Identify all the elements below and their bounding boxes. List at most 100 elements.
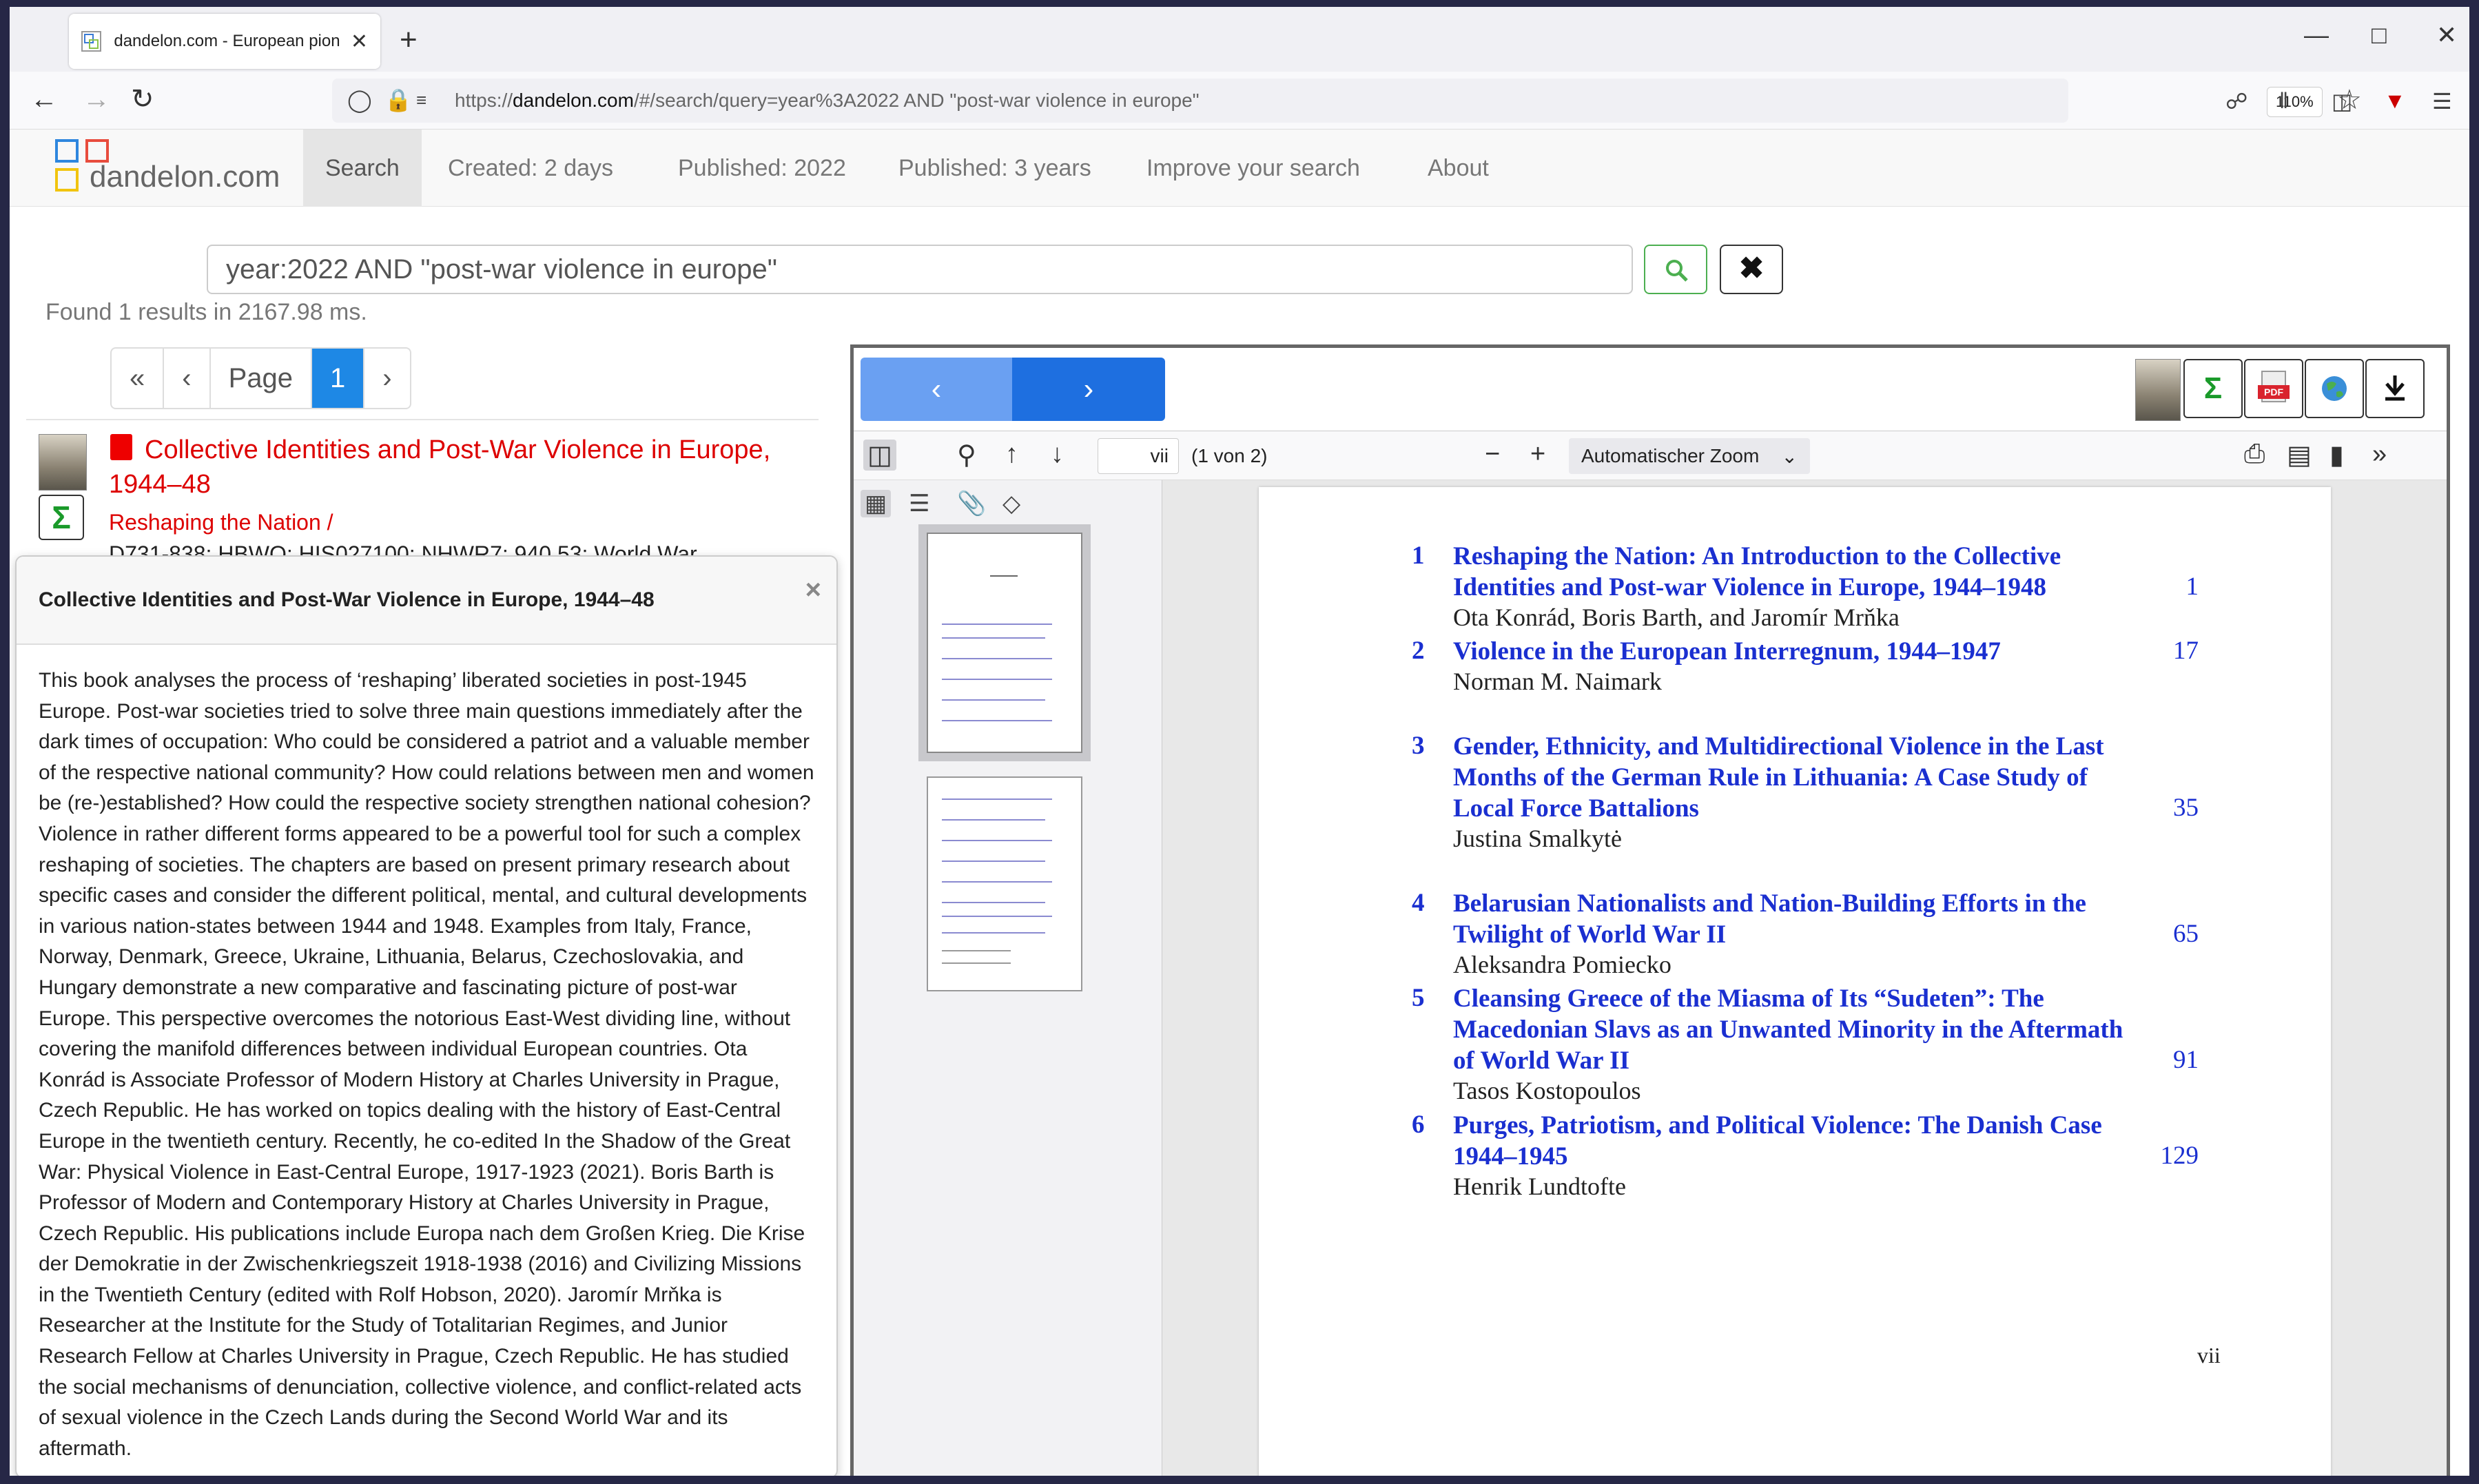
toc-title[interactable]: Belarusian Nationalists and Nation-Build… — [1453, 888, 2142, 950]
next-page-icon[interactable]: ↓ — [1051, 440, 1064, 469]
tab-close-icon[interactable]: ✕ — [351, 30, 368, 54]
page-thumbnail-1[interactable] — [927, 533, 1082, 753]
page-count: (1 von 2) — [1191, 445, 1268, 466]
lock-icon[interactable]: 🔒 — [384, 87, 412, 113]
clear-button[interactable]: ✖ — [1720, 245, 1783, 294]
sidebar-icon[interactable]: ◫ — [2332, 88, 2352, 114]
bookmark-icon[interactable]: ▮ — [2329, 440, 2344, 471]
nav-improve-search[interactable]: Improve your search — [1124, 130, 1382, 207]
forward-icon[interactable]: → — [83, 84, 110, 114]
toc-title[interactable]: Purges, Patriotism, and Political Violen… — [1453, 1110, 2142, 1172]
viewer-next-button[interactable]: › — [1012, 358, 1165, 421]
search-input[interactable] — [207, 245, 1633, 294]
toc-page[interactable]: 1 — [2186, 572, 2199, 601]
nav-search[interactable]: Search — [303, 130, 422, 207]
zoom-select[interactable]: Automatischer Zoom ⌄ — [1569, 438, 1810, 474]
toc-page[interactable]: 65 — [2173, 919, 2199, 949]
attachments-icon[interactable]: 📎 — [957, 490, 986, 517]
toc-title[interactable]: Reshaping the Nation: An Introduction to… — [1453, 541, 2142, 603]
popover-title: Collective Identities and Post-War Viole… — [39, 588, 655, 611]
pdf-page: 1 Reshaping the Nation: An Introduction … — [1259, 487, 2331, 1476]
current-page-button[interactable]: 1 — [312, 349, 365, 408]
thumbnails-view-icon[interactable]: ▦ — [861, 490, 892, 517]
new-tab-button[interactable]: + — [400, 25, 418, 55]
chevron-down-icon: ⌄ — [1781, 446, 1798, 467]
first-page-button[interactable]: « — [112, 349, 165, 408]
zoom-in-icon[interactable]: + — [1530, 440, 1545, 469]
logo-square-red — [85, 139, 109, 163]
viewer-prev-button[interactable]: ‹ — [861, 358, 1012, 421]
viewer-sigma-button[interactable]: Σ — [2183, 359, 2243, 418]
browser-window: dandelon.com - European pion ✕ + — □ ✕ ←… — [10, 7, 2469, 1476]
page-label: Page — [211, 349, 312, 408]
pocket-icon[interactable]: ☍ — [2225, 88, 2247, 114]
nav-published-3-years[interactable]: Published: 3 years — [876, 130, 1113, 207]
logo-square-yellow — [55, 168, 79, 192]
sigma-button[interactable]: Σ — [39, 495, 84, 540]
tab-bar: dandelon.com - European pion ✕ + — □ ✕ — [10, 7, 2469, 72]
layers-icon[interactable]: ◇ — [1002, 490, 1020, 517]
pdf-toolbar: ◫ ⚲ ↑ ↓ (1 von 2) − + Automatischer Zoom… — [854, 431, 2447, 480]
prev-page-button[interactable]: ‹ — [164, 349, 211, 408]
nav-about[interactable]: About — [1406, 130, 1511, 207]
toc-number: 6 — [1412, 1111, 1425, 1139]
zoom-select-value: Automatischer Zoom — [1581, 445, 1760, 466]
download-icon — [2385, 375, 2405, 401]
toc-author: Tasos Kostopoulos — [1453, 1077, 1641, 1104]
toc-title[interactable]: Cleansing Greece of the Miasma of Its “S… — [1453, 983, 2142, 1076]
book-cover-thumbnail[interactable] — [39, 434, 87, 491]
toc-page[interactable]: 91 — [2173, 1045, 2199, 1075]
previous-page-icon[interactable]: ↑ — [1005, 440, 1018, 469]
pdf-content-area[interactable]: 1 Reshaping the Nation: An Introduction … — [1162, 480, 2447, 1476]
toc-title[interactable]: Gender, Ethnicity, and Multidirectional … — [1453, 731, 2142, 824]
site-header: dandelon.com Search Created: 2 days Publ… — [10, 130, 2469, 207]
reload-icon[interactable]: ↻ — [131, 84, 154, 114]
result-series[interactable]: Reshaping the Nation / — [109, 510, 333, 535]
find-icon[interactable]: ⚲ — [957, 440, 976, 471]
navigation-bar: ← → ↻ ◯ 🔒 ≡ https://dandelon.com/#/searc… — [10, 72, 2469, 130]
toggle-sidebar-icon[interactable]: ◫ — [863, 440, 896, 471]
logo-square-blue — [55, 139, 79, 163]
close-window-icon[interactable]: ✕ — [2436, 21, 2457, 50]
back-icon[interactable]: ← — [30, 84, 58, 114]
extension-icon[interactable]: ▼ — [2384, 88, 2406, 114]
minimize-icon[interactable]: — — [2304, 21, 2329, 50]
outline-view-icon[interactable]: ☰ — [909, 490, 929, 517]
zoom-badge[interactable]: 110% — [2267, 87, 2323, 117]
viewer-cover-thumbnail[interactable] — [2135, 359, 2181, 421]
dandelon-logo[interactable]: dandelon.com — [55, 139, 303, 197]
pagination: « ‹ Page 1 › — [110, 347, 411, 409]
search-button[interactable] — [1644, 245, 1707, 294]
download-button[interactable] — [2365, 359, 2425, 418]
zoom-out-icon[interactable]: − — [1485, 440, 1500, 469]
globe-button[interactable] — [2305, 359, 2364, 418]
tab-title: dandelon.com - European pion — [114, 32, 340, 50]
next-page-button[interactable]: › — [364, 349, 409, 408]
page-thumbnail-2[interactable] — [927, 776, 1082, 991]
toc-page[interactable]: 17 — [2173, 636, 2199, 666]
toc-title[interactable]: Violence in the European Interregnum, 19… — [1453, 636, 2142, 667]
permissions-icon[interactable]: ≡ — [416, 90, 426, 111]
menu-icon[interactable]: ☰ — [2432, 88, 2452, 114]
pdf-button[interactable]: PDF — [2244, 359, 2303, 418]
toc-page[interactable]: 129 — [2161, 1141, 2199, 1171]
nav-published-2022[interactable]: Published: 2022 — [656, 130, 868, 207]
library-icon[interactable]: ‖ — [2279, 88, 2288, 114]
popover-body: This book analyses the process of ‘resha… — [39, 669, 814, 1460]
save-icon[interactable]: ▤ — [2287, 440, 2312, 471]
tab-dandelon[interactable]: dandelon.com - European pion ✕ — [69, 14, 380, 69]
toc-page[interactable]: 35 — [2173, 793, 2199, 823]
toc-author: Justina Smalkytė — [1453, 825, 1622, 852]
url-text[interactable]: https://dandelon.com/#/search/query=year… — [455, 90, 1200, 112]
svg-text:PDF: PDF — [2264, 387, 2283, 398]
popover-close-icon[interactable]: × — [805, 575, 821, 606]
maximize-icon[interactable]: □ — [2372, 21, 2387, 50]
url-bar[interactable]: ◯ 🔒 ≡ https://dandelon.com/#/search/quer… — [332, 79, 2362, 123]
page-number-input[interactable] — [1098, 438, 1179, 474]
tools-icon[interactable]: » — [2372, 440, 2387, 469]
shield-icon[interactable]: ◯ — [347, 87, 372, 113]
pdf-icon: PDF — [2258, 371, 2290, 402]
print-icon[interactable]: ⎙ — [2244, 440, 2265, 469]
nav-created[interactable]: Created: 2 days — [426, 130, 635, 207]
result-title[interactable]: Collective Identities and Post-War Viole… — [109, 433, 798, 502]
